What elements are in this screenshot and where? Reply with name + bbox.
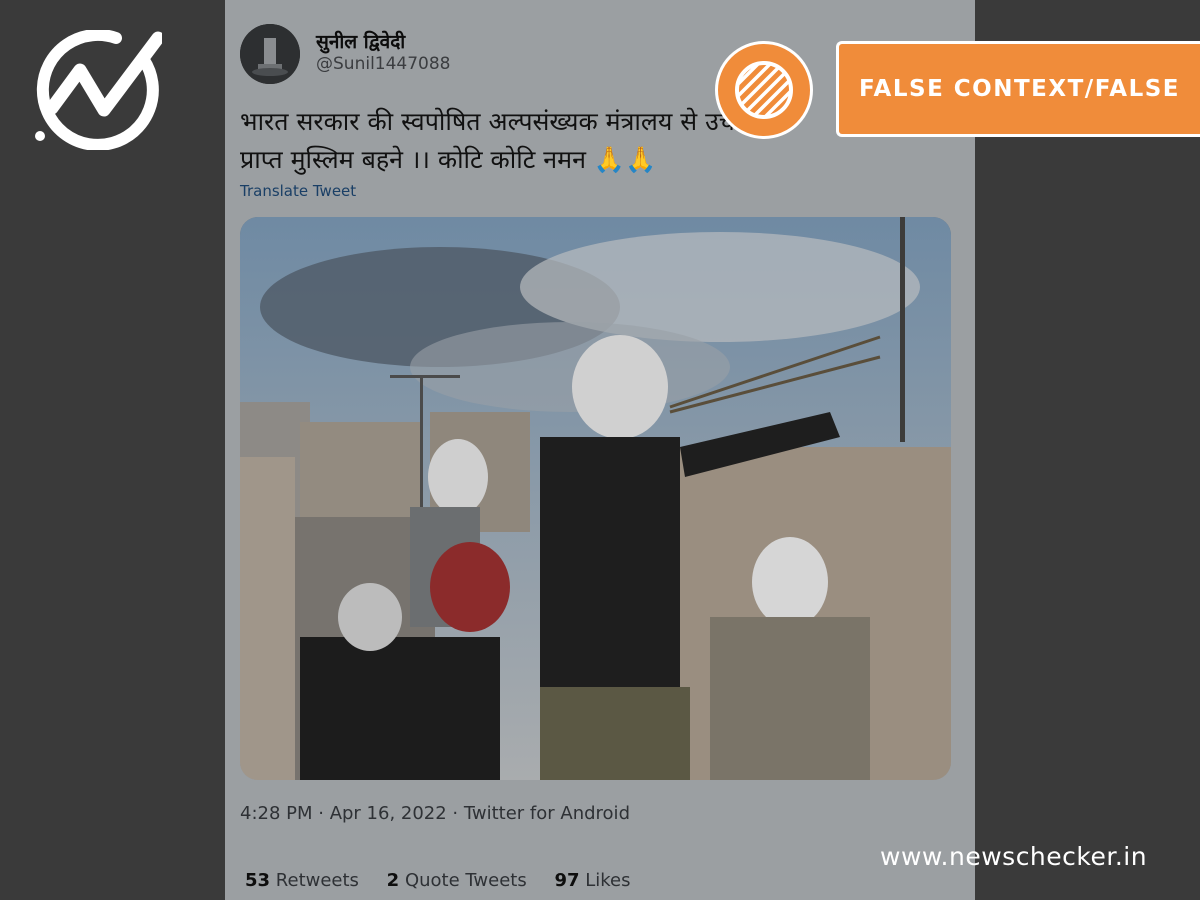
retweets-stat[interactable]: 53 Retweets xyxy=(245,870,359,891)
user-handle[interactable]: @Sunil1447088 xyxy=(316,54,451,74)
likes-stat[interactable]: 97 Likes xyxy=(554,870,630,891)
verdict-badge: FALSE CONTEXT/FALSE xyxy=(836,41,1200,137)
quote-tweets-label: Quote Tweets xyxy=(404,870,527,891)
protest-photo xyxy=(240,217,951,780)
newschecker-logo-icon xyxy=(32,28,165,151)
website-url: www.newschecker.in xyxy=(880,842,1148,871)
retweets-count: 53 xyxy=(245,870,271,891)
likes-count: 97 xyxy=(554,870,580,891)
likes-label: Likes xyxy=(585,870,631,891)
tweet-media-photo[interactable] xyxy=(240,217,951,780)
tweet-text-line-2: प्राप्त मुस्लिम बहने ।। कोटि कोटि नमन 🙏🙏 xyxy=(240,145,657,174)
display-name[interactable]: सुनील द्विवेदी xyxy=(316,28,405,54)
avatar[interactable] xyxy=(240,24,300,84)
retweets-label: Retweets xyxy=(275,870,359,891)
quote-tweets-stat[interactable]: 2 Quote Tweets xyxy=(387,870,527,891)
quote-tweets-count: 2 xyxy=(386,870,400,891)
striped-circle-icon xyxy=(715,41,813,139)
tweet-stats: 53 Retweets 2 Quote Tweets 97 Likes xyxy=(245,870,653,891)
avatar-image xyxy=(240,24,300,84)
translate-tweet-link[interactable]: Translate Tweet xyxy=(240,182,356,200)
tweet-timestamp[interactable]: 4:28 PM · Apr 16, 2022 · Twitter for And… xyxy=(240,803,630,824)
